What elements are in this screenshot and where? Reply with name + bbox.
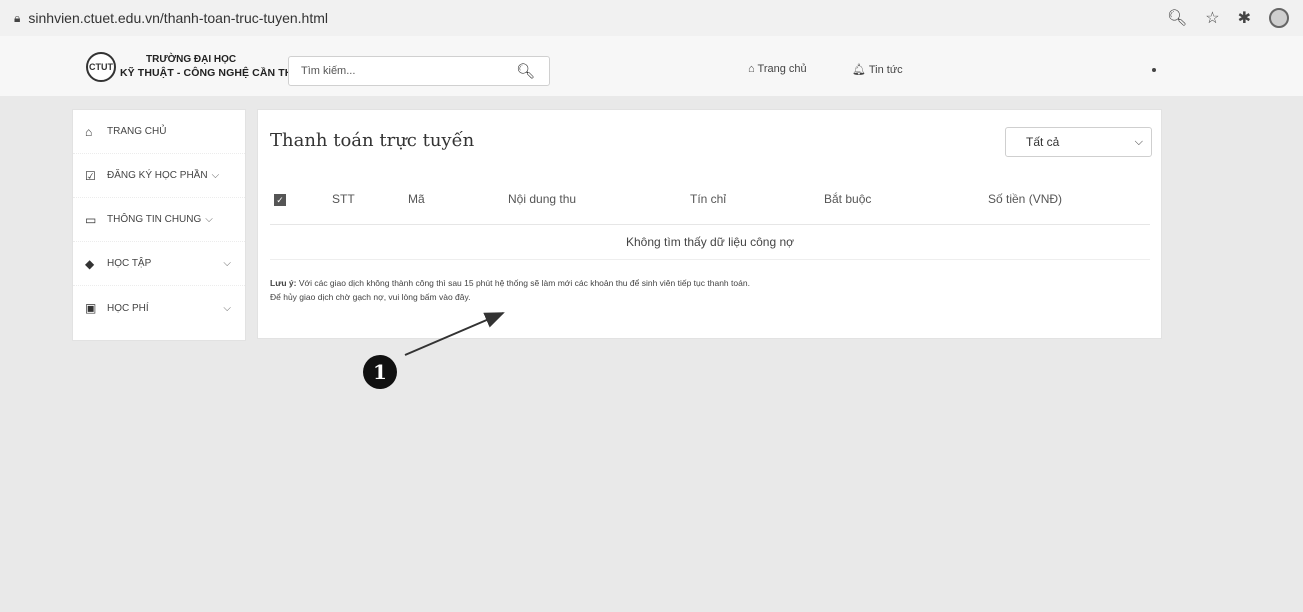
money-icon: ▣ — [85, 301, 97, 315]
sidebar-item-general-info[interactable]: ▭ THÔNG TIN CHUNG ⌵ — [73, 198, 245, 242]
logo-line-2: KỸ THUẬT - CÔNG NGHỆ CẦN THƠ — [120, 67, 302, 79]
payment-note: Lưu ý: Với các giao dịch không thành côn… — [270, 276, 750, 304]
nav-home-link[interactable]: ⌂ Trang chủ — [748, 63, 807, 75]
column-header-stt: STT — [332, 192, 355, 206]
chevron-down-icon: ⌵ — [223, 258, 231, 269]
logo-line-1: TRƯỜNG ĐẠI HỌC — [146, 54, 237, 65]
annotation-marker: 1 — [363, 355, 397, 389]
payment-card: Thanh toán trực tuyến Tất cả ⌵ ✓ STT Mã … — [258, 110, 1161, 338]
home-icon: ⌂ — [85, 124, 93, 139]
extensions-icon[interactable]: ✱ — [1238, 8, 1251, 28]
page-title: Thanh toán trực tuyến — [270, 130, 475, 151]
sidebar: ⌂ TRANG CHỦ ☑ ĐĂNG KÝ HỌC PHẦN ⌵ ▭ THÔNG… — [73, 110, 245, 340]
bookmark-star-icon[interactable]: ☆ — [1205, 8, 1219, 28]
filter-selected-value: Tất cả — [1026, 135, 1060, 149]
chevron-down-icon: ⌵ — [223, 302, 231, 314]
column-header-credits: Tín chỉ — [690, 192, 727, 206]
nav-home-label: Trang chủ — [757, 63, 807, 75]
zoom-icon[interactable]: 🔍︎ — [1167, 8, 1187, 28]
lock-icon: 🔒︎ — [14, 10, 21, 25]
bell-icon: 🔔︎ — [852, 64, 866, 76]
home-icon: ⌂ — [748, 63, 755, 75]
chevron-down-icon: ⌵ — [205, 214, 213, 225]
search-icon[interactable]: 🔍︎ — [516, 62, 535, 80]
search-input[interactable] — [299, 64, 503, 78]
address-bar[interactable]: sinhvien.ctuet.edu.vn/thanh-toan-truc-tu… — [28, 10, 328, 26]
note-line-1: Lưu ý: Với các giao dịch không thành côn… — [270, 276, 750, 290]
column-header-amount: Số tiền (VNĐ) — [988, 192, 1063, 206]
chevron-down-icon: ⌵ — [1134, 135, 1143, 148]
logo-mark-text: CTUT — [89, 62, 113, 72]
note-label: Lưu ý: — [270, 278, 297, 288]
empty-table-message: Không tìm thấy dữ liệu công nợ — [270, 225, 1150, 260]
sidebar-item-study[interactable]: ◆ HỌC TẬP ⌵ — [73, 242, 245, 286]
chevron-down-icon: ⌵ — [211, 170, 220, 181]
checkbox-icon: ☑ — [85, 168, 96, 183]
column-header-content: Nội dung thu — [508, 192, 577, 206]
user-menu-dot[interactable] — [1152, 68, 1156, 72]
monitor-icon: ▭ — [85, 212, 97, 227]
note-text-1: Với các giao dịch không thành công thì s… — [298, 278, 750, 288]
graduation-cap-icon: ◆ — [85, 256, 95, 271]
app-header: CTUT TRƯỜNG ĐẠI HỌC KỸ THUẬT - CÔNG NGHỆ… — [0, 36, 1303, 96]
sidebar-item-home[interactable]: ⌂ TRANG CHỦ — [73, 110, 245, 154]
browser-toolbar: 🔒︎ sinhvien.ctuet.edu.vn/thanh-toan-truc… — [0, 0, 1303, 36]
sidebar-item-course-registration[interactable]: ☑ ĐĂNG KÝ HỌC PHẦN ⌵ — [73, 154, 245, 198]
debt-table: ✓ STT Mã Nội dung thu Tín chỉ Bắt buộc S… — [270, 176, 1150, 260]
column-header-required: Bắt buộc — [824, 192, 872, 206]
filter-dropdown[interactable]: Tất cả ⌵ — [1005, 127, 1152, 157]
nav-news-link[interactable]: 🔔︎ Tin tức — [852, 63, 903, 76]
profile-avatar[interactable] — [1269, 8, 1289, 28]
nav-news-label: Tin tức — [868, 64, 903, 76]
sidebar-item-label: THÔNG TIN CHUNG — [107, 214, 202, 225]
sidebar-item-tuition[interactable]: ▣ HỌC PHÍ ⌵ — [73, 286, 245, 330]
note-line-2[interactable]: Để hủy giao dịch chờ gạch nợ, vui lòng b… — [270, 290, 750, 304]
sidebar-item-label: HỌC PHÍ — [107, 302, 149, 314]
sidebar-item-label: TRANG CHỦ — [107, 126, 167, 137]
search-box: 🔍︎ — [288, 56, 550, 86]
sidebar-item-label: ĐĂNG KÝ HỌC PHẦN — [107, 170, 208, 181]
university-logo[interactable]: CTUT — [86, 52, 116, 82]
column-header-code: Mã — [408, 192, 425, 206]
table-header: ✓ STT Mã Nội dung thu Tín chỉ Bắt buộc S… — [270, 176, 1150, 225]
sidebar-item-label: HỌC TẬP — [107, 258, 152, 269]
select-all-checkbox[interactable]: ✓ — [274, 194, 286, 206]
browser-actions: 🔍︎ ☆ ✱ — [1167, 8, 1289, 28]
